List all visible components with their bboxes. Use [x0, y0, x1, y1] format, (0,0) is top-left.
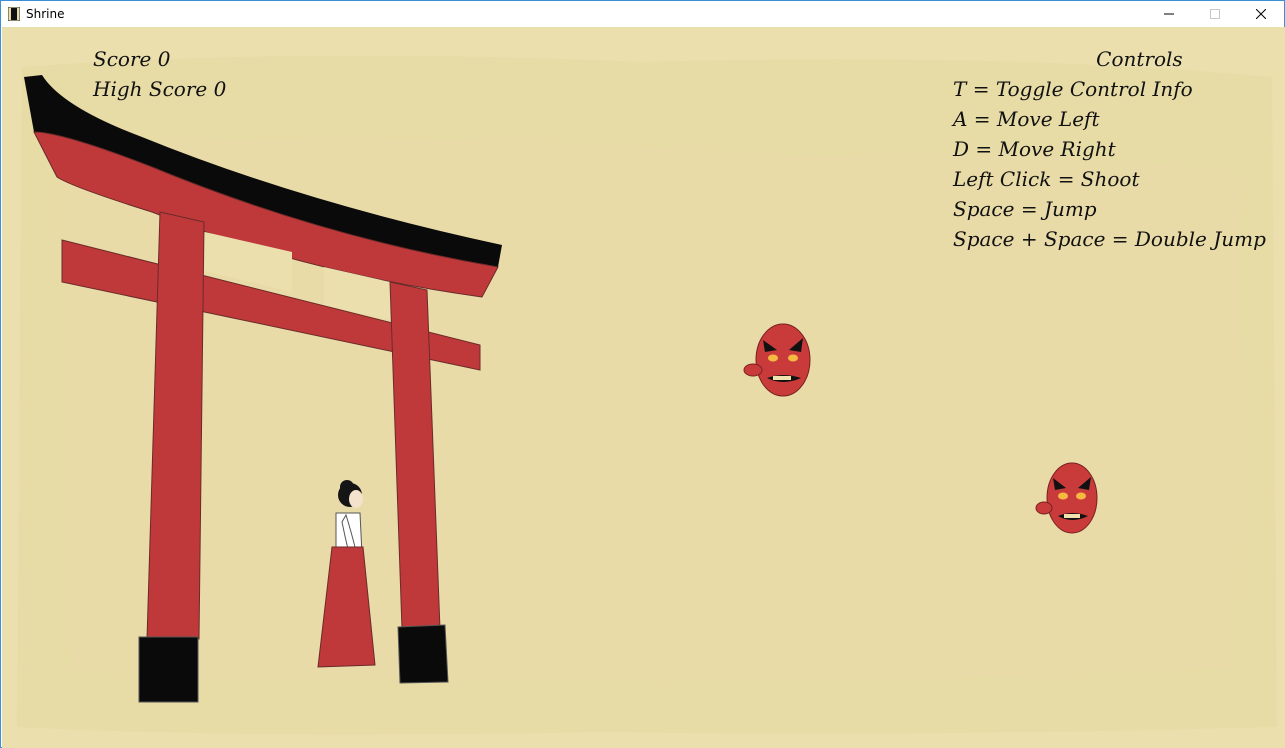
close-icon: [1256, 9, 1266, 19]
control-line: Space = Jump: [953, 197, 1097, 221]
app-icon: [8, 7, 20, 21]
score-text: Score 0: [93, 47, 171, 71]
close-button[interactable]: [1238, 1, 1284, 27]
window-controls: [1146, 1, 1284, 27]
control-line: T = Toggle Control Info: [953, 77, 1193, 101]
controls-panel: Controls T = Toggle Control Info A = Mov…: [953, 44, 1266, 254]
game-window: Shrine Score 0 High Score 0 Controls T =…: [0, 0, 1285, 748]
title-bar[interactable]: Shrine: [1, 1, 1284, 27]
score-panel: Score 0 High Score 0: [93, 44, 226, 104]
minimize-button[interactable]: [1146, 1, 1192, 27]
minimize-icon: [1164, 13, 1174, 15]
torii-right-base: [397, 624, 449, 684]
control-line: Left Click = Shoot: [953, 167, 1140, 191]
maximize-button[interactable]: [1192, 1, 1238, 27]
control-line: Space + Space = Double Jump: [953, 227, 1266, 251]
torii-left-base: [138, 636, 199, 703]
window-title: Shrine: [26, 7, 65, 21]
control-line: D = Move Right: [953, 137, 1116, 161]
game-canvas[interactable]: Score 0 High Score 0 Controls T = Toggle…: [2, 27, 1285, 748]
player-face: [349, 490, 363, 508]
control-line: A = Move Left: [953, 107, 1100, 131]
controls-heading: Controls: [1096, 47, 1183, 71]
maximize-icon: [1210, 9, 1220, 19]
high-score-text: High Score 0: [93, 77, 227, 101]
